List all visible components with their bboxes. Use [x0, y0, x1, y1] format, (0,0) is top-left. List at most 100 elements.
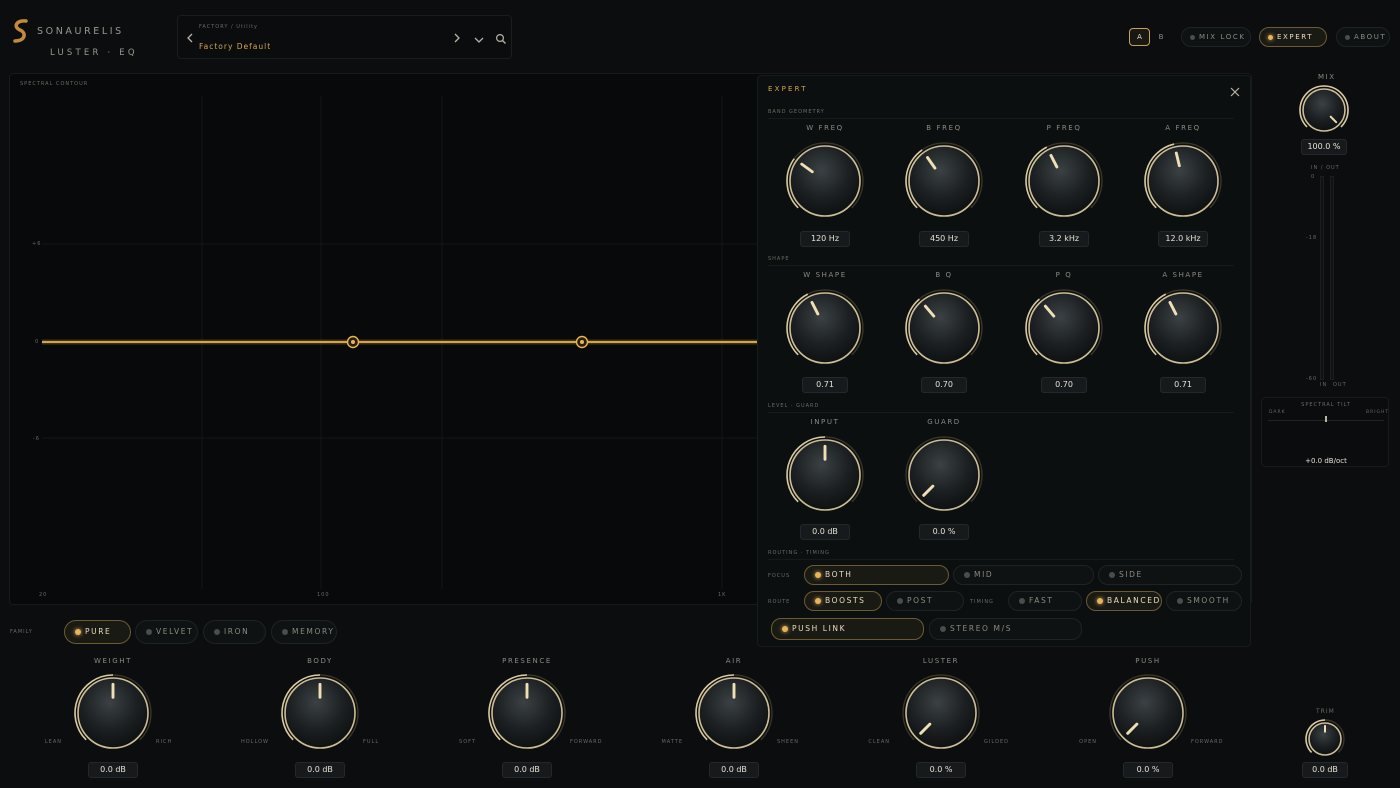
mix-knob[interactable]	[1297, 83, 1351, 137]
trim-knob[interactable]	[1303, 717, 1347, 761]
push-link-toggle[interactable]: PUSH LINK	[771, 618, 924, 640]
family-velvet-option[interactable]: VELVET	[135, 620, 198, 644]
ab-a-button[interactable]: A	[1129, 28, 1150, 46]
y-tick-plus6: +6	[32, 241, 42, 247]
timing-fast-indicator	[1019, 597, 1025, 604]
tilt-dark-label: DARK	[1269, 410, 1286, 415]
eq-node-presence[interactable]	[575, 335, 589, 349]
timing-label: TIMING	[970, 599, 994, 605]
mix-lock-toggle[interactable]: MIX LOCK	[1181, 27, 1251, 47]
band-3-label: A FREQ	[1165, 124, 1201, 132]
level-0-value[interactable]: 0.0 dB	[800, 524, 850, 540]
main-2-value[interactable]: 0.0 dB	[502, 762, 552, 778]
eq-node-body[interactable]	[346, 335, 360, 349]
focus-mid-option[interactable]: MID	[953, 565, 1094, 585]
preset-search-button[interactable]	[495, 30, 507, 44]
band-2-value[interactable]: 3.2 kHz	[1039, 231, 1089, 247]
family-iron-label: IRON	[224, 627, 250, 636]
family-pure-option[interactable]: PURE	[64, 620, 131, 644]
main-1-knob[interactable]	[279, 672, 361, 754]
band-0-knob[interactable]	[784, 140, 866, 222]
focus-both-option[interactable]: BOTH	[804, 565, 949, 585]
about-button[interactable]: ABOUT	[1336, 27, 1390, 47]
level-1-knob[interactable]	[903, 434, 985, 516]
about-indicator	[1345, 34, 1350, 40]
family-velvet-indicator	[146, 628, 152, 635]
x-tick-100: 100	[317, 592, 330, 598]
band-1-knob[interactable]	[903, 140, 985, 222]
band-1-label: B FREQ	[926, 124, 962, 132]
main-3-value[interactable]: 0.0 dB	[709, 762, 759, 778]
shape-2-knob[interactable]	[1023, 287, 1105, 369]
band-3-knob[interactable]	[1142, 140, 1224, 222]
family-memory-option[interactable]: MEMORY	[271, 620, 337, 644]
main-1-value[interactable]: 0.0 dB	[295, 762, 345, 778]
focus-side-indicator	[1109, 571, 1115, 578]
shape-0-value[interactable]: 0.71	[802, 377, 848, 393]
tilt-slider-thumb[interactable]	[1325, 416, 1327, 422]
level-1-knob-body	[908, 439, 980, 511]
timing-fast-option[interactable]: FAST	[1008, 591, 1082, 611]
band-3-value[interactable]: 12.0 kHz	[1158, 231, 1208, 247]
meter-in-bar	[1320, 176, 1324, 380]
ab-b-button[interactable]: B	[1152, 28, 1170, 46]
focus-mid-label: MID	[974, 570, 994, 579]
timing-smooth-option[interactable]: SMOOTH	[1166, 591, 1242, 611]
mix-lock-label: MIX LOCK	[1199, 33, 1246, 41]
section-level-guard: LEVEL · GUARD	[768, 403, 820, 409]
x-tick-1k: 1k	[718, 592, 727, 598]
route-boosts-option[interactable]: BOOSTS	[804, 591, 882, 611]
trim-value[interactable]: 0.0 dB	[1302, 762, 1348, 778]
main-4-min-label: CLEAN	[868, 739, 890, 745]
close-expert-button[interactable]	[1229, 83, 1241, 97]
band-0-value[interactable]: 120 Hz	[800, 231, 850, 247]
focus-side-option[interactable]: SIDE	[1098, 565, 1242, 585]
io-tick-18: -18	[1306, 235, 1318, 241]
x-tick-20: 20	[39, 592, 48, 598]
shape-3-value[interactable]: 0.71	[1160, 377, 1206, 393]
prev-preset-button[interactable]	[184, 30, 196, 44]
main-2-max-label: FORWARD	[570, 739, 603, 745]
level-0-knob[interactable]	[784, 434, 866, 516]
shape-0-label: W SHAPE	[803, 271, 847, 279]
expert-toggle[interactable]: EXPERT	[1259, 27, 1327, 47]
band-2-knob-body	[1028, 145, 1100, 217]
shape-1-value[interactable]: 0.70	[921, 377, 967, 393]
family-iron-option[interactable]: IRON	[203, 620, 266, 644]
divider	[768, 118, 1234, 119]
main-5-knob[interactable]	[1107, 672, 1189, 754]
preset-name[interactable]: Factory Default	[199, 42, 271, 51]
main-5-label: PUSH	[1135, 657, 1161, 665]
level-1-label: GUARD	[927, 418, 961, 426]
mix-value[interactable]: 100.0 %	[1301, 139, 1347, 155]
timing-balanced-option[interactable]: BALANCED	[1086, 591, 1162, 611]
next-preset-button[interactable]	[451, 30, 463, 44]
timing-balanced-label: BALANCED	[1107, 596, 1161, 605]
spectrum-graph[interactable]	[10, 84, 760, 594]
shape-0-knob[interactable]	[784, 287, 866, 369]
route-post-label: POST	[907, 596, 934, 605]
preset-menu-button[interactable]	[473, 31, 485, 43]
section-shape: SHAPE	[768, 256, 790, 262]
shape-1-knob[interactable]	[903, 287, 985, 369]
main-5-value[interactable]: 0.0 %	[1123, 762, 1173, 778]
shape-2-value[interactable]: 0.70	[1041, 377, 1087, 393]
main-4-value[interactable]: 0.0 %	[916, 762, 966, 778]
tilt-bright-label: BRIGHT	[1366, 410, 1390, 415]
main-0-value[interactable]: 0.0 dB	[88, 762, 138, 778]
io-label: IN / OUT	[1311, 165, 1340, 171]
main-1-min-label: HOLLOW	[241, 739, 269, 745]
main-4-knob[interactable]	[900, 672, 982, 754]
level-1-value[interactable]: 0.0 %	[919, 524, 969, 540]
shape-3-knob[interactable]	[1142, 287, 1224, 369]
tilt-value: +0.0 dB/oct	[1305, 457, 1347, 465]
band-2-knob[interactable]	[1023, 140, 1105, 222]
main-2-knob[interactable]	[486, 672, 568, 754]
main-3-knob[interactable]	[693, 672, 775, 754]
family-pure-indicator	[75, 628, 81, 635]
stereo-ms-toggle[interactable]: STEREO M/S	[929, 618, 1082, 640]
main-0-knob[interactable]	[72, 672, 154, 754]
route-post-option[interactable]: POST	[886, 591, 964, 611]
preset-browser: FACTORY / Utility Factory Default	[177, 15, 512, 59]
band-1-value[interactable]: 450 Hz	[919, 231, 969, 247]
